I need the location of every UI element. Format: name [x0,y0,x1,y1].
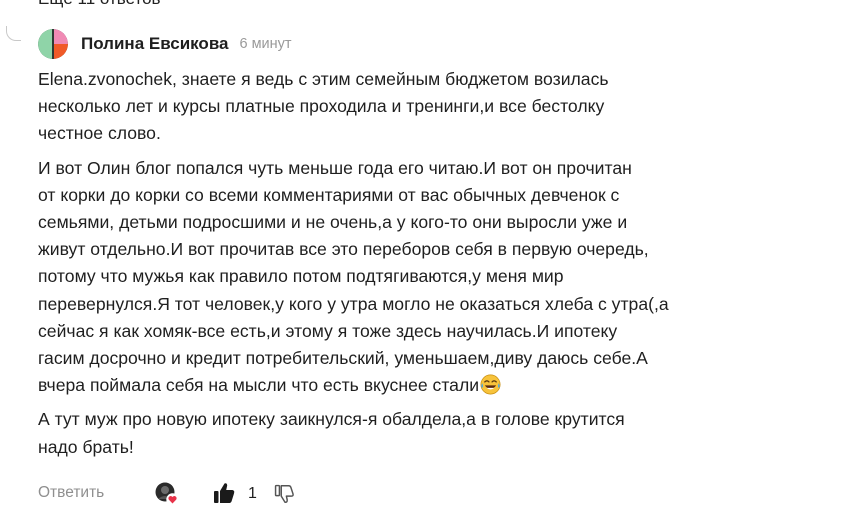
paragraph-text: И вот Олин блог попался чуть меньше года… [38,157,669,396]
paragraph-text: А тут муж про новую ипотеку заикнулся-я … [38,409,625,457]
comment-paragraph-3: А тут муж про новую ипотеку заикнулся-я … [38,406,758,460]
comment-header: Полина Евсикова 6 минут [38,28,292,60]
thumbs-down-icon[interactable] [273,483,295,505]
thumbs-up-icon[interactable] [212,481,236,505]
comment-paragraph-2: И вот Олин блог попался чуть меньше года… [38,155,758,400]
author-name[interactable]: Полина Евсикова [81,34,229,54]
more-replies-link[interactable]: Ещё 11 ответов [38,0,161,9]
reactor-avatar-heart-icon[interactable] [155,482,179,506]
author-avatar[interactable] [38,29,68,59]
comment-paragraph-1: Elena.zvonochek, знаете я ведь с этим се… [38,66,758,148]
tears-of-joy-emoji-icon [480,374,501,395]
comment-body: Elena.zvonochek, знаете я ведь с этим се… [38,66,758,468]
reply-button[interactable]: Ответить [38,484,104,502]
like-count: 1 [248,485,257,502]
paragraph-text: Elena.zvonochek, знаете я ведь с этим се… [38,69,609,144]
comment-actions: Ответить 1 [38,480,338,508]
thread-connector-line [6,26,21,41]
comment-timestamp: 6 минут [239,36,292,52]
